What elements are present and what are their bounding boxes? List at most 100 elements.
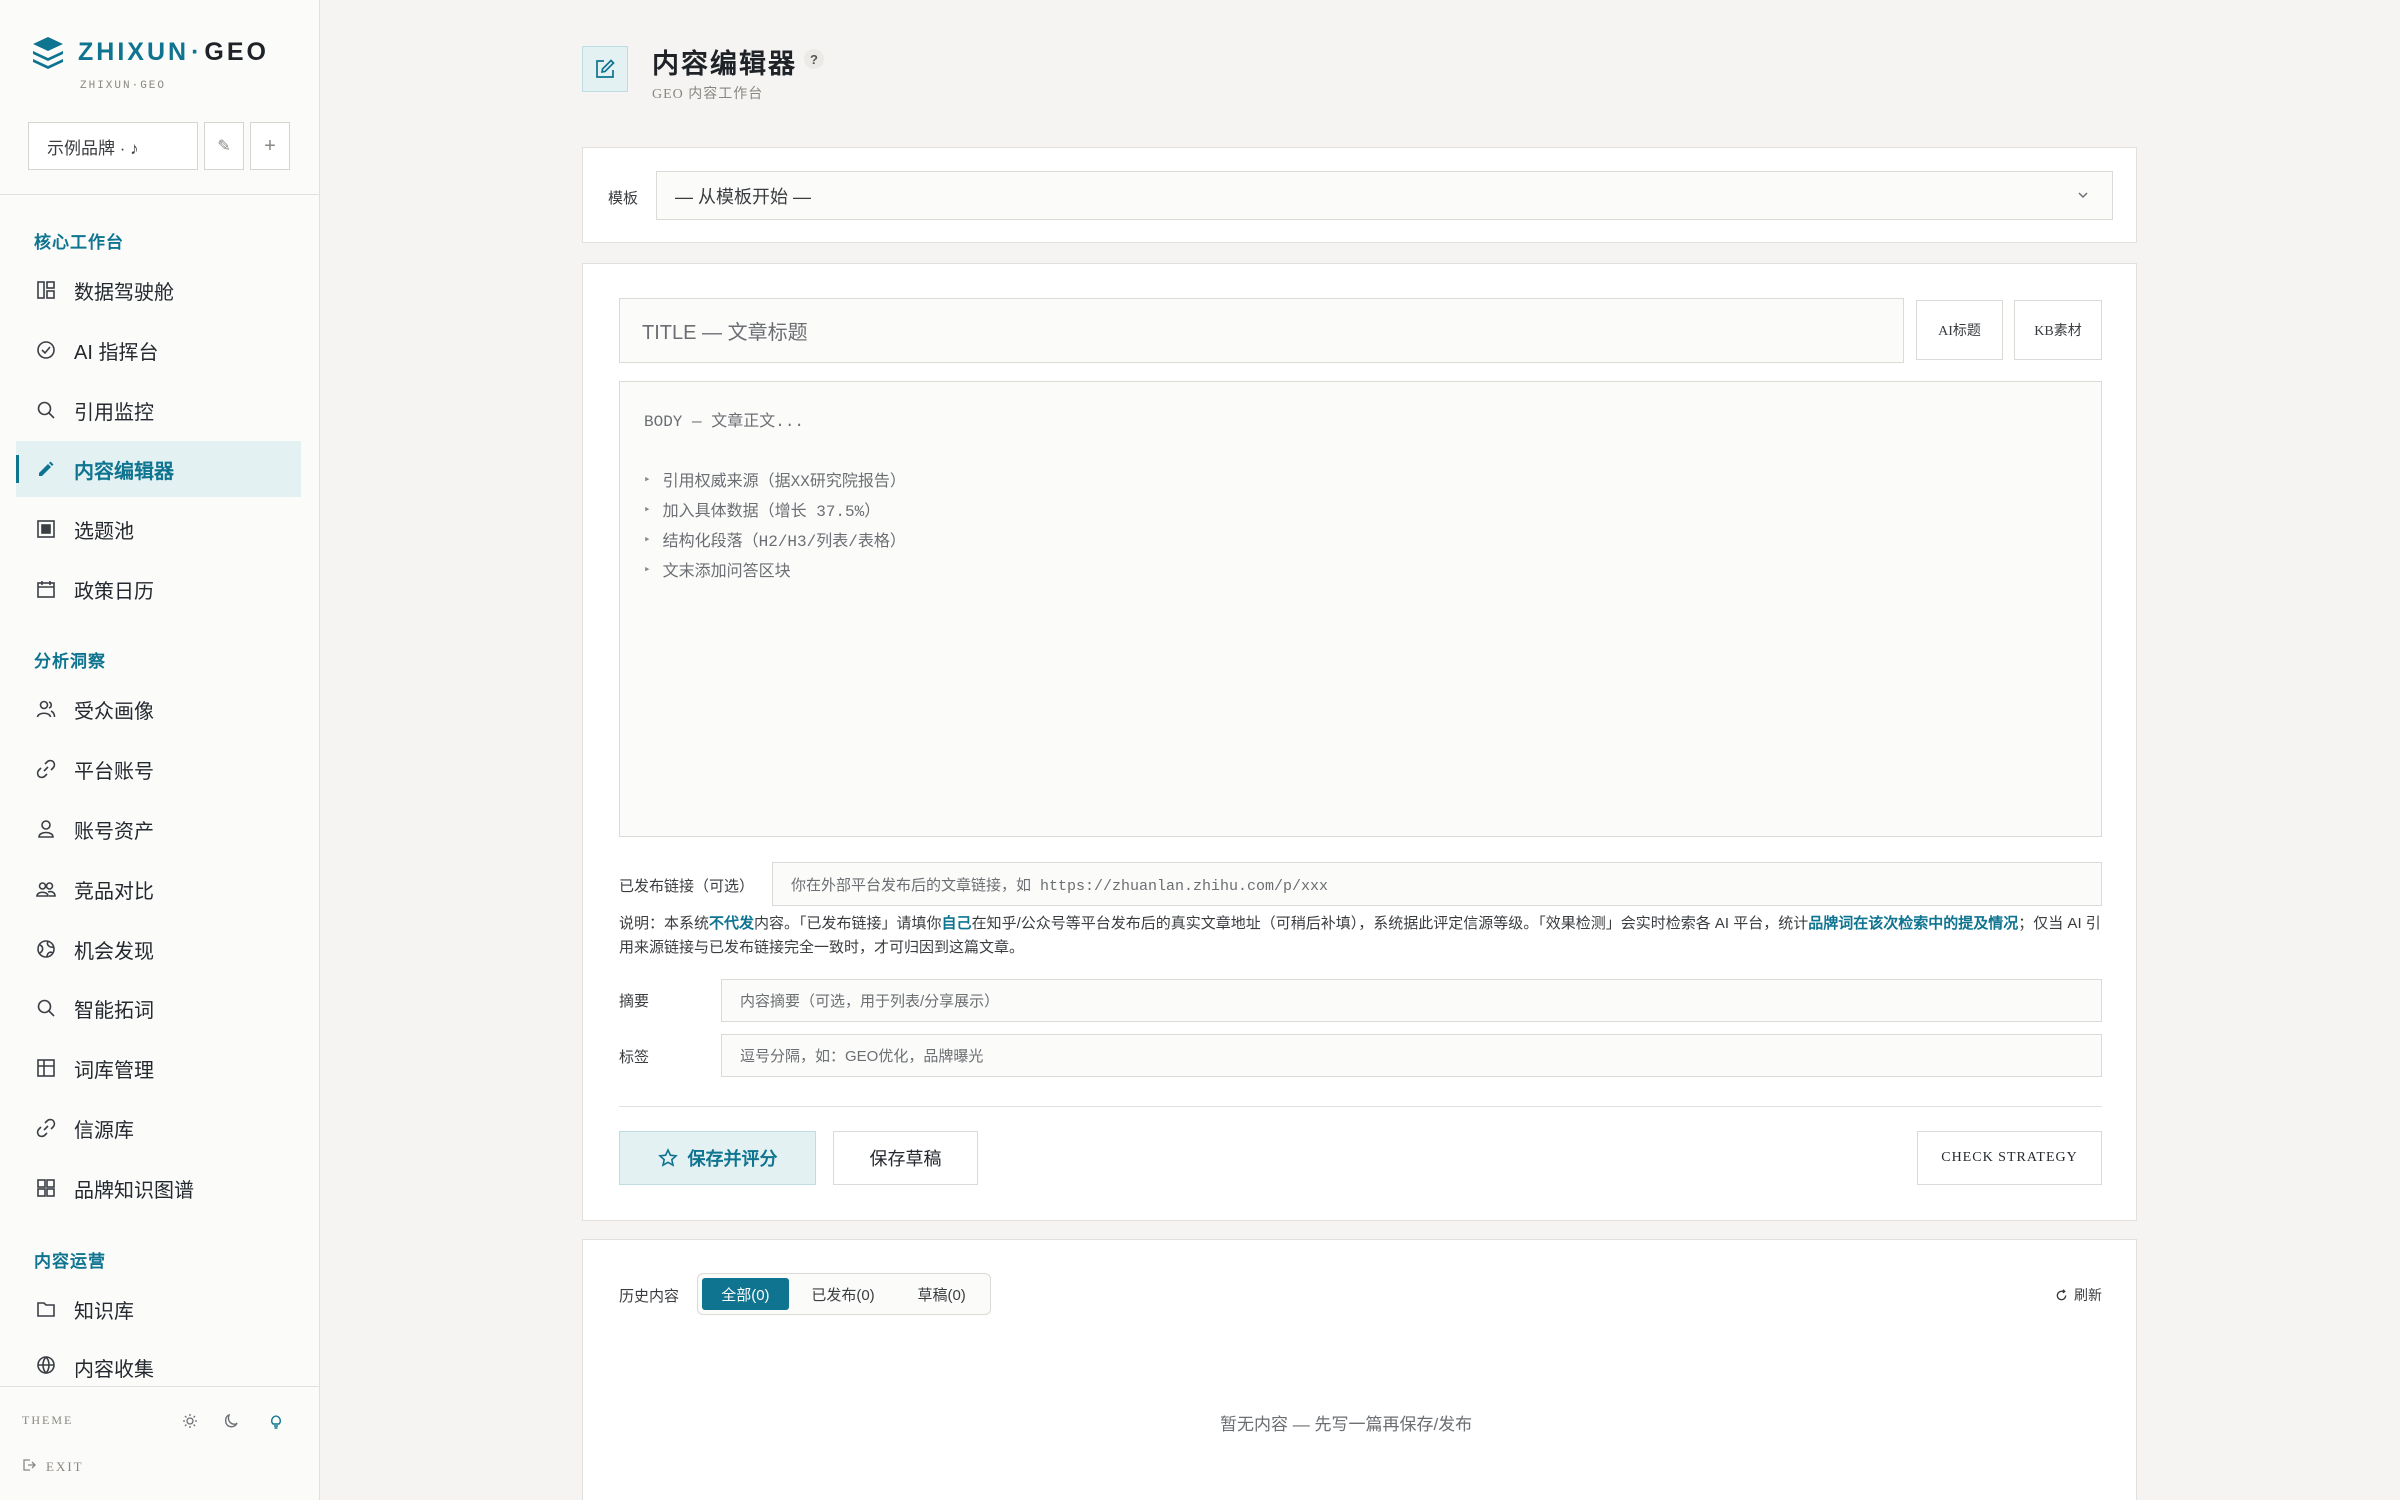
tab-all[interactable]: 全部(0) bbox=[702, 1278, 789, 1310]
sidebar-item-competitor-compare[interactable]: 竞品对比 bbox=[16, 861, 301, 917]
body-textarea[interactable]: BODY — 文章正文... ▸ 引用权威来源（据XX研究院报告） ▸ 加入具体数据… bbox=[619, 381, 2102, 837]
sun-icon[interactable] bbox=[177, 1408, 203, 1434]
sidebar-item-dashboard[interactable]: 数据驾驶舱 bbox=[16, 262, 301, 318]
sidebar-item-label: 引用监控 bbox=[74, 401, 154, 424]
body-hint: ▸ 结构化段落（H2/H3/列表/表格） bbox=[644, 533, 906, 551]
section-label-analysis: 分析洞察 bbox=[34, 652, 106, 671]
sidebar-item-label: 竞品对比 bbox=[74, 880, 154, 903]
ai-title-button[interactable]: AI标题 bbox=[1916, 300, 2003, 360]
divider bbox=[0, 1386, 320, 1387]
pencil-icon: ✎ bbox=[217, 138, 231, 155]
sidebar-item-label: 选题池 bbox=[74, 520, 134, 543]
template-select-value: — 从模板开始 — bbox=[675, 186, 812, 207]
sidebar-item-label: 政策日历 bbox=[74, 580, 154, 603]
tags-input[interactable]: 逗号分隔，如：GEO优化，品牌曝光 bbox=[721, 1034, 2102, 1077]
sidebar-item-keyword-expand[interactable]: 智能拓词 bbox=[16, 980, 301, 1036]
history-label: 历史内容 bbox=[619, 1288, 680, 1305]
pencil-icon bbox=[34, 457, 58, 481]
exit-label: EXIT bbox=[46, 1459, 84, 1474]
kb-material-button[interactable]: KB素材 bbox=[2014, 300, 2102, 360]
theme-label: THEME bbox=[22, 1413, 74, 1427]
globe-icon bbox=[34, 1353, 58, 1377]
section-label-core: 核心工作台 bbox=[34, 233, 124, 252]
sidebar-item-label: 智能拓词 bbox=[74, 999, 154, 1022]
tab-drafts[interactable]: 草稿(0) bbox=[897, 1278, 986, 1310]
triangle-bullet-icon: ▸ bbox=[644, 564, 651, 576]
divider bbox=[619, 1106, 2102, 1107]
exit-button[interactable]: EXIT bbox=[22, 1458, 84, 1476]
sidebar-item-label: 机会发现 bbox=[74, 940, 154, 963]
page-title: 内容编辑器 bbox=[652, 49, 797, 79]
sidebar-item-ai-command[interactable]: AI 指挥台 bbox=[16, 322, 301, 378]
dashboard-icon bbox=[34, 278, 58, 302]
users-icon bbox=[34, 697, 58, 721]
sidebar-item-label: 内容收集 bbox=[74, 1359, 154, 1381]
check-strategy-button[interactable]: CHECK STRATEGY bbox=[1917, 1131, 2102, 1185]
save-draft-button[interactable]: 保存草稿 bbox=[833, 1131, 978, 1185]
body-hint: ▸ 加入具体数据（增长 37.5%） bbox=[644, 503, 881, 521]
brand[interactable]: ZHIXUN·GEO bbox=[30, 34, 269, 70]
sidebar-item-content-collect[interactable]: 内容收集 bbox=[16, 1341, 301, 1385]
triangle-bullet-icon: ▸ bbox=[644, 534, 651, 546]
sidebar-item-citation-monitor[interactable]: 引用监控 bbox=[16, 382, 301, 438]
template-label: 模板 bbox=[608, 190, 639, 207]
sidebar-item-platform-accounts[interactable]: 平台账号 bbox=[16, 741, 301, 797]
sidebar-item-source-library[interactable]: 信源库 bbox=[16, 1100, 301, 1156]
link-icon bbox=[34, 757, 58, 781]
template-select[interactable]: — 从模板开始 — bbox=[656, 171, 2113, 220]
tags-label: 标签 bbox=[619, 1049, 650, 1066]
body-placeholder: BODY — 文章正文... bbox=[644, 413, 805, 431]
globe-icon bbox=[34, 937, 58, 961]
sidebar-item-knowledge-base[interactable]: 知识库 bbox=[16, 1281, 301, 1337]
brand-select[interactable]: 示例品牌 · ♪ bbox=[28, 122, 198, 170]
tab-published[interactable]: 已发布(0) bbox=[789, 1278, 897, 1310]
bulb-icon[interactable] bbox=[263, 1408, 289, 1434]
sidebar-item-topic-pool[interactable]: 选题池 bbox=[16, 501, 301, 557]
moon-icon[interactable] bbox=[219, 1408, 245, 1434]
title-input[interactable]: TITLE — 文章标题 bbox=[619, 298, 1904, 363]
usage-note: 说明：本系统不代发内容。「已发布链接」请填你自己在知乎/公众号等平台发布后的真实… bbox=[619, 915, 2101, 956]
refresh-button[interactable]: 刷新 bbox=[2055, 1285, 2102, 1305]
sidebar-item-label: 账号资产 bbox=[74, 820, 154, 843]
page-subtitle: GEO 内容工作台 bbox=[652, 87, 764, 102]
group-icon bbox=[34, 877, 58, 901]
sidebar-item-label: 信源库 bbox=[74, 1119, 134, 1142]
sidebar-item-account-assets[interactable]: 账号资产 bbox=[16, 801, 301, 857]
triangle-bullet-icon: ▸ bbox=[644, 504, 651, 516]
empty-state: 暂无内容 — 先写一篇再保存/发布 bbox=[1220, 1415, 1473, 1434]
check-circle-icon bbox=[34, 338, 58, 362]
sidebar-item-label: 受众画像 bbox=[74, 700, 154, 723]
sidebar-item-opportunity[interactable]: 机会发现 bbox=[16, 921, 301, 977]
list-box-icon bbox=[34, 517, 58, 541]
calendar-icon bbox=[34, 577, 58, 601]
summary-label: 摘要 bbox=[619, 993, 650, 1010]
table-icon bbox=[34, 1056, 58, 1080]
link-icon bbox=[34, 1116, 58, 1140]
summary-input[interactable]: 内容摘要（可选，用于列表/分享展示） bbox=[721, 979, 2102, 1022]
brand-name: ZHIXUN·GEO bbox=[78, 37, 269, 66]
grid-icon bbox=[34, 1176, 58, 1200]
sidebar-item-brand-graph[interactable]: 品牌知识图谱 bbox=[16, 1160, 301, 1216]
published-link-input[interactable]: 你在外部平台发布后的文章链接，如 https://zhuanlan.zhihu.… bbox=[772, 862, 2102, 906]
add-brand-button[interactable]: + bbox=[250, 122, 290, 170]
plus-icon: + bbox=[264, 134, 276, 157]
sidebar-item-label: 内容编辑器 bbox=[74, 460, 174, 483]
sidebar-item-content-editor[interactable]: 内容编辑器 bbox=[16, 441, 301, 497]
edit-page-icon bbox=[582, 46, 628, 92]
edit-brand-button[interactable]: ✎ bbox=[204, 122, 244, 170]
star-icon bbox=[657, 1148, 678, 1168]
sidebar-item-audience[interactable]: 受众画像 bbox=[16, 681, 301, 737]
sidebar-item-label: 数据驾驶舱 bbox=[74, 281, 174, 304]
body-hint: ▸ 引用权威来源（据XX研究院报告） bbox=[644, 473, 906, 491]
sidebar-item-lexicon[interactable]: 词库管理 bbox=[16, 1040, 301, 1096]
save-and-score-button[interactable]: 保存并评分 bbox=[619, 1131, 816, 1185]
help-icon[interactable]: ? bbox=[804, 49, 824, 69]
sidebar-item-label: 词库管理 bbox=[74, 1059, 154, 1082]
user-icon bbox=[34, 817, 58, 841]
sidebar-item-label: 平台账号 bbox=[74, 760, 154, 783]
sidebar-item-policy-calendar[interactable]: 政策日历 bbox=[16, 561, 301, 617]
search-icon bbox=[34, 398, 58, 422]
logout-icon bbox=[22, 1458, 36, 1476]
divider bbox=[0, 194, 320, 195]
sidebar-item-label: 知识库 bbox=[74, 1300, 134, 1323]
